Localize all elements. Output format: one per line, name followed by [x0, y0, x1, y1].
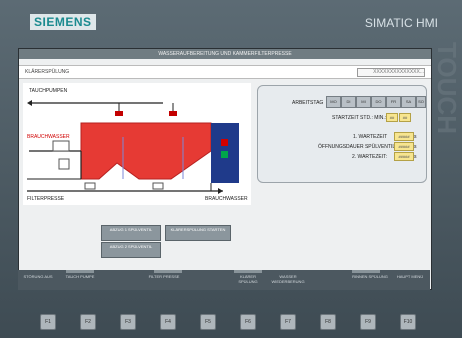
day-button-mo[interactable]: MO [326, 96, 341, 108]
softkey-indicator [352, 270, 380, 273]
function-keys: F1 F2 F3 F4 F5 F6 F7 F8 F9 F10 [0, 314, 462, 336]
indicator-green [221, 151, 228, 158]
label-brauchwasser-right: BRAUCHWASSER [205, 196, 248, 202]
hmi-screen: WASSERAUFBEREITUNG UND KAMMERFILTERPRESS… [18, 48, 432, 290]
hmi-panel: SIEMENS SIMATIC HMI TOUCH WASSERAUFBEREI… [0, 0, 462, 338]
day-button-di[interactable]: DI [341, 96, 356, 108]
abzug1-button[interactable]: ABZUG 1 SPÜLVENTIL [101, 225, 161, 241]
oeffnungsdauer-label: ÖFFNUNGSDAUER SPÜLVENTIL: [318, 144, 397, 150]
softkey-label-f2: TAUCH PUMPE [65, 274, 95, 279]
day-button-sa[interactable]: SA [401, 96, 416, 108]
mode-label: KLÄRERSPÜLUNG [25, 69, 70, 75]
oeffnungsdauer-unit: s [414, 144, 417, 150]
arrow-icon [27, 100, 32, 106]
wartezeit1-label: 1. WARTEZEIT [353, 134, 388, 140]
wartezeit2-label: 2. WARTEZEIT: [352, 154, 388, 160]
abzug2-button[interactable]: ABZUG 2 SPÜLVENTIL [101, 242, 161, 258]
valve-bottom-2 [152, 182, 164, 190]
label-tauchpumpen: TAUCHPUMPEN [29, 88, 68, 94]
start-hour-input[interactable]: ## [386, 113, 398, 122]
arbeitstag-label: ARBEITSTAG [292, 100, 324, 106]
wartezeit2-input[interactable]: ##### [394, 152, 414, 161]
brand-logo: SIEMENS [30, 14, 96, 30]
start-minute-input[interactable]: ## [399, 113, 411, 122]
startzeit-label: STARTZEIT STD.: MIN.: [332, 115, 387, 121]
product-name: SIMATIC HMI [364, 16, 438, 30]
function-key-f10[interactable]: F10 [400, 314, 416, 330]
tank-red [80, 122, 212, 180]
softkey-label-f10: HAUPT MENÜ [396, 274, 424, 279]
valve-bottom-1 [84, 182, 96, 190]
valve-left [52, 140, 70, 152]
screen-title: WASSERAUFBEREITUNG UND KAMMERFILTERPRESS… [19, 49, 431, 59]
softkey-indicator [234, 270, 262, 273]
function-key-f8[interactable]: F8 [320, 314, 336, 330]
softkey-indicator [66, 270, 94, 273]
function-key-f3[interactable]: F3 [120, 314, 136, 330]
info-bar: KLÄRERSPÜLUNG XXXXXXXXXXXXXX... [19, 65, 431, 79]
oeffnungsdauer-input[interactable]: ##### [394, 142, 414, 151]
process-diagram-svg [27, 100, 239, 194]
label-filterpresse: FILTERPRESSE [27, 196, 65, 202]
softkey-label-f9: RINNEN SPÜLUNG [352, 274, 388, 279]
function-key-f9[interactable]: F9 [360, 314, 376, 330]
indicator-red [221, 139, 228, 146]
day-button-fr[interactable]: FR [386, 96, 401, 108]
function-key-f6[interactable]: F6 [240, 314, 256, 330]
schedule-panel: ARBEITSTAG MO DI MI DO FR SA SO STARTZEI… [257, 85, 427, 183]
softkey-label-f6: KLÄRER SPÜLUNG [238, 274, 258, 284]
softkey-label-f4: FILTER PRESSE [148, 274, 180, 279]
pump-2 [169, 111, 177, 116]
function-key-f5[interactable]: F5 [200, 314, 216, 330]
function-key-f7[interactable]: F7 [280, 314, 296, 330]
process-diagram: TAUCHPUMPEN BRAUCHWASSER FILTERPRESSE BR… [23, 83, 251, 205]
wartezeit1-input[interactable]: ##### [394, 132, 414, 141]
day-button-mi[interactable]: MI [356, 96, 371, 108]
wartezeit1-unit: s [414, 134, 417, 140]
arrow-icon [218, 188, 223, 194]
day-button-so[interactable]: SO [416, 96, 426, 108]
top-bezel: SIEMENS SIMATIC HMI [20, 8, 460, 34]
day-button-do[interactable]: DO [371, 96, 386, 108]
wartezeit2-unit: s [414, 154, 417, 160]
valve-left-2 [58, 158, 70, 170]
softkey-label-f1: STÖRUNG AUS [23, 274, 53, 279]
label-brauchwasser-left: BRAUCHWASSER [27, 134, 70, 140]
klaerspuelung-button[interactable]: KLÄRERSPÜLUNG STARTEN [165, 225, 231, 241]
softkey-indicator [154, 270, 182, 273]
softkey-label-f7: WASSER WIEDERBERUNG [271, 274, 305, 284]
message-field: XXXXXXXXXXXXXX... [357, 68, 425, 77]
function-key-f2[interactable]: F2 [80, 314, 96, 330]
softkey-bar: STÖRUNG AUS TAUCH PUMPE FILTER PRESSE KL… [18, 270, 430, 290]
function-key-f1[interactable]: F1 [40, 314, 56, 330]
touch-logo: TOUCH [432, 42, 462, 134]
pump-1 [115, 111, 123, 116]
function-key-f4[interactable]: F4 [160, 314, 176, 330]
